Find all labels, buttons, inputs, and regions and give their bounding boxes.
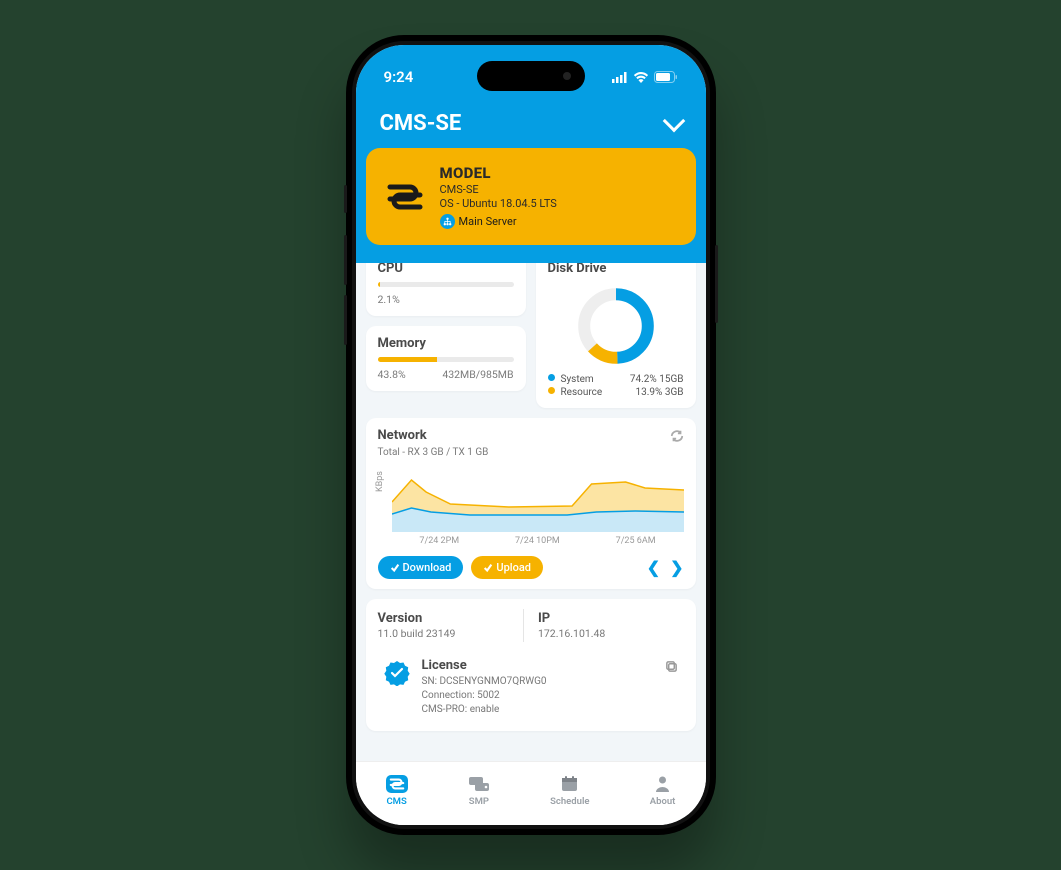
disk-system-label: System: [561, 374, 624, 385]
license-sn: SN: DCSENYGNMO7QRWG0: [422, 675, 547, 689]
disk-system-value: 74.2% 15GB: [630, 374, 684, 385]
license-cmspro: CMS-PRO: enable: [422, 703, 547, 717]
wifi-icon: [633, 71, 649, 83]
smp-icon: [468, 775, 490, 793]
ip-title: IP: [538, 611, 684, 626]
status-indicators: [612, 71, 678, 83]
cpu-title: CPU: [378, 263, 514, 276]
copy-icon[interactable]: [665, 658, 678, 677]
nav-smp[interactable]: SMP: [468, 775, 490, 807]
nav-schedule[interactable]: Schedule: [550, 775, 589, 807]
model-card: MODEL CMS-SE OS - Ubuntu 18.04.5 LTS Mai…: [366, 148, 696, 245]
chart-prev-button[interactable]: ❮: [647, 558, 660, 577]
status-time: 9:24: [384, 68, 414, 86]
disk-title: Disk Drive: [548, 263, 684, 276]
app-header: CMS-SE: [356, 95, 706, 148]
nav-about[interactable]: About: [650, 775, 676, 807]
network-title: Network: [378, 428, 684, 443]
network-subtitle: Total - RX 3 GB / TX 1 GB: [378, 447, 684, 458]
cpu-card: CPU 2.1%: [366, 263, 526, 316]
memory-detail: 432MB/985MB: [442, 368, 513, 381]
version-title: Version: [378, 611, 524, 626]
license-connection: Connection: 5002: [422, 689, 547, 703]
refresh-icon[interactable]: [670, 428, 684, 447]
model-os: OS - Ubuntu 18.04.5 LTS: [440, 197, 557, 210]
download-chip[interactable]: Download: [378, 556, 464, 579]
legend-dot-system: [548, 374, 555, 381]
header-title: CMS-SE: [380, 111, 462, 136]
xtick-1: 7/24 10PM: [515, 536, 560, 546]
memory-card: Memory 43.8% 432MB/985MB: [366, 326, 526, 391]
cpu-percent: 2.1%: [378, 293, 400, 306]
battery-icon: [654, 71, 678, 83]
model-role: Main Server: [459, 215, 517, 228]
about-icon: [652, 775, 674, 793]
memory-title: Memory: [378, 336, 514, 351]
cellular-icon: [612, 72, 628, 83]
ip-value: 172.16.101.48: [538, 627, 684, 640]
network-chart: [392, 462, 684, 532]
model-icon: [384, 176, 426, 218]
disk-donut-chart: [574, 284, 658, 368]
model-name: CMS-SE: [440, 183, 557, 196]
upload-chip[interactable]: Upload: [471, 556, 543, 579]
download-label: Download: [403, 561, 452, 574]
cms-icon: [386, 775, 408, 793]
main-server-icon: [440, 214, 455, 229]
bottom-nav: CMS SMP Schedule About: [356, 761, 706, 825]
nav-cms-label: CMS: [386, 796, 406, 807]
schedule-icon: [559, 775, 581, 793]
nav-cms[interactable]: CMS: [386, 775, 408, 807]
disk-card: Disk Drive System 74.2% 15GB: [536, 263, 696, 408]
device-notch: [477, 61, 585, 91]
chevron-down-icon[interactable]: [662, 109, 685, 132]
xtick-0: 7/24 2PM: [419, 536, 459, 546]
memory-percent: 43.8%: [378, 368, 406, 381]
nav-about-label: About: [650, 796, 676, 807]
network-card: Network Total - RX 3 GB / TX 1 GB KBps 7…: [366, 418, 696, 589]
chart-next-button[interactable]: ❯: [670, 558, 683, 577]
legend-dot-resource: [548, 387, 555, 394]
upload-label: Upload: [496, 561, 531, 574]
network-ylabel: KBps: [375, 471, 385, 492]
verified-badge-icon: [384, 660, 410, 686]
disk-resource-value: 13.9% 3GB: [630, 387, 684, 398]
info-card: Version 11.0 build 23149 IP 172.16.101.4…: [366, 599, 696, 731]
nav-smp-label: SMP: [469, 796, 489, 807]
version-value: 11.0 build 23149: [378, 627, 524, 640]
disk-resource-label: Resource: [561, 387, 624, 398]
xtick-2: 7/25 6AM: [616, 536, 656, 546]
model-label: MODEL: [440, 164, 557, 182]
license-title: License: [422, 658, 547, 673]
nav-schedule-label: Schedule: [550, 796, 589, 807]
